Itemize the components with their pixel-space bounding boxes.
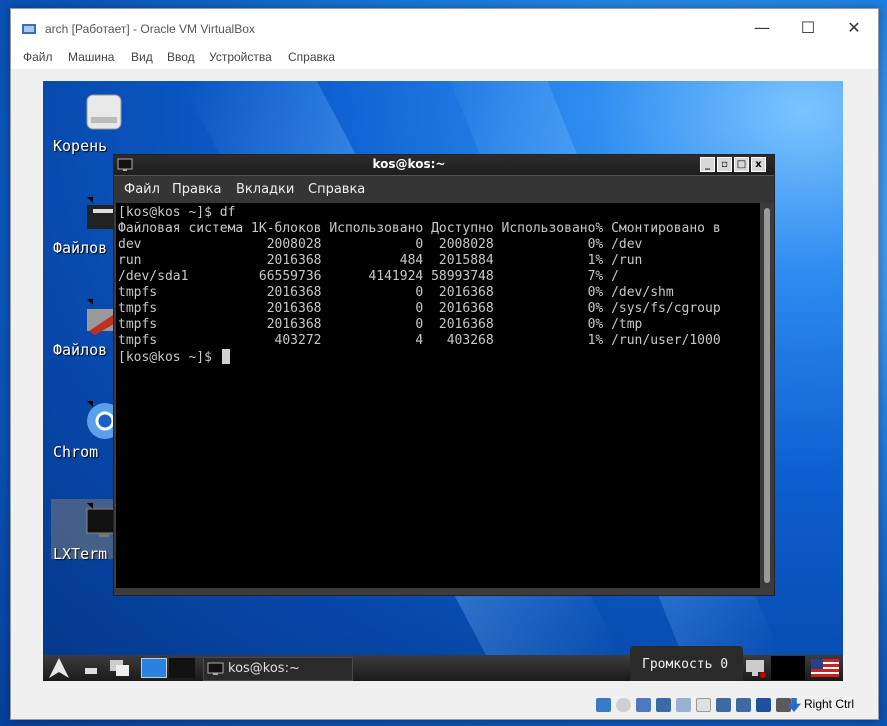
terminal-line: tmpfs 2016368 0 2016368 0% /sys/fs/cgrou… bbox=[118, 301, 721, 316]
network-icon[interactable] bbox=[743, 657, 767, 679]
minimize-button[interactable]: — bbox=[739, 9, 785, 47]
tray-area bbox=[771, 656, 805, 680]
desktop-icon-label: Корень bbox=[53, 137, 108, 155]
menu-devices[interactable]: Устройства bbox=[209, 50, 272, 64]
shared-folders-icon[interactable] bbox=[696, 698, 711, 712]
terminal-menu-help[interactable]: Справка bbox=[308, 182, 365, 197]
optical-drive-icon[interactable] bbox=[616, 698, 631, 712]
terminal-output[interactable]: [kos@kos ~]$ df Файловая система 1K-блок… bbox=[116, 203, 760, 588]
terminal-menubar: Файл Правка Вкладки Справка bbox=[114, 176, 774, 203]
taskbar-item-label: kos@kos:~ bbox=[228, 661, 300, 676]
workspace-2[interactable] bbox=[169, 658, 195, 678]
menu-machine[interactable]: Машина bbox=[68, 50, 114, 64]
terminal-window: kos@kos:~ _ ▫ □ x Файл Правка Вкладки Сп… bbox=[113, 154, 775, 596]
drive-icon bbox=[86, 94, 122, 130]
terminal-line: Файловая система 1K-блоков Использовано … bbox=[118, 221, 721, 236]
desktop-icon-label: Файлов bbox=[53, 341, 108, 359]
virtualbox-icon bbox=[22, 24, 36, 34]
window-title: arch [Работает] - Oracle VM VirtualBox bbox=[45, 22, 255, 36]
terminal-scrollbar[interactable] bbox=[762, 203, 772, 588]
terminal-maximize-button[interactable]: □ bbox=[734, 157, 749, 172]
terminal-menu-file[interactable]: Файл bbox=[124, 182, 160, 197]
terminal-line: dev 2008028 0 2008028 0% /dev bbox=[118, 237, 643, 252]
terminal-line: /dev/sda1 66559736 4141924 58993748 7% / bbox=[118, 269, 619, 284]
host-key-label: Right Ctrl bbox=[804, 697, 855, 711]
terminal-minimize-button[interactable]: _ bbox=[700, 157, 715, 172]
recording-icon[interactable] bbox=[736, 698, 751, 712]
hard-disk-icon[interactable] bbox=[596, 698, 611, 712]
terminal-line: run 2016368 484 2015884 1% /run bbox=[118, 253, 643, 268]
audio-icon[interactable] bbox=[636, 698, 651, 712]
terminal-menu-tabs[interactable]: Вкладки bbox=[236, 182, 294, 197]
display-icon[interactable] bbox=[716, 698, 731, 712]
taskbar-item-terminal[interactable]: kos@kos:~ bbox=[203, 657, 353, 681]
terminal-line: tmpfs 403272 4 403268 1% /run/user/1000 bbox=[118, 333, 721, 348]
close-button[interactable]: ✕ bbox=[831, 9, 877, 47]
maximize-button[interactable]: ☐ bbox=[785, 9, 831, 47]
menu-input[interactable]: Ввод bbox=[167, 50, 195, 64]
desktop-icon-label: LXTerm bbox=[53, 545, 108, 563]
terminal-line: tmpfs 2016368 0 2016368 0% /dev/shm bbox=[118, 285, 674, 300]
menu-file[interactable]: Файл bbox=[23, 50, 53, 64]
terminal-titlebar[interactable]: kos@kos:~ _ ▫ □ x bbox=[114, 155, 774, 176]
network-adapter-icon[interactable] bbox=[656, 698, 671, 712]
desktop-icon-label: Файлов bbox=[53, 239, 108, 257]
terminal-icon bbox=[207, 662, 224, 675]
keyboard-layout-flag-icon[interactable] bbox=[811, 659, 839, 677]
desktop-icon-root[interactable]: Корень bbox=[51, 91, 123, 155]
terminal-line: [kos@kos ~]$ df bbox=[118, 205, 236, 220]
workspace-1[interactable] bbox=[141, 658, 167, 678]
window-list-icon[interactable] bbox=[109, 658, 131, 678]
menu-view[interactable]: Вид bbox=[131, 50, 153, 64]
usb-icon[interactable] bbox=[676, 698, 691, 712]
show-desktop-icon[interactable] bbox=[83, 660, 99, 676]
menu-help[interactable]: Справка bbox=[288, 50, 335, 64]
terminal-prompt: [kos@kos ~]$ bbox=[118, 350, 220, 365]
terminal-close-button[interactable]: x bbox=[751, 157, 766, 172]
arch-menu-icon[interactable] bbox=[47, 657, 71, 679]
scrollbar-thumb[interactable] bbox=[764, 208, 770, 583]
vbox-statusbar: Right Ctrl bbox=[11, 692, 878, 719]
terminal-menu-edit[interactable]: Правка bbox=[172, 182, 221, 197]
terminal-line: tmpfs 2016368 0 2016368 0% /tmp bbox=[118, 317, 643, 332]
terminal-restore-button[interactable]: ▫ bbox=[717, 157, 732, 172]
terminal-text: [kos@kos ~]$ df Файловая система 1K-блок… bbox=[118, 205, 721, 366]
desktop-icon-label: Chrom bbox=[53, 443, 99, 461]
window-titlebar: arch [Работает] - Oracle VM VirtualBox —… bbox=[11, 9, 878, 47]
vm-display[interactable]: Корень Файлов Файлов Chrom LXTerm kos@ko… bbox=[43, 81, 843, 681]
text-cursor bbox=[221, 349, 230, 364]
menubar: Файл Машина Вид Ввод Устройства Справка bbox=[11, 47, 878, 69]
volume-tooltip: Громкость 0 bbox=[630, 646, 743, 681]
volume-tooltip-text: Громкость 0 bbox=[642, 657, 729, 672]
virtualization-icon[interactable] bbox=[756, 698, 771, 712]
virtualbox-window: arch [Работает] - Oracle VM VirtualBox —… bbox=[10, 8, 879, 720]
terminal-title: kos@kos:~ bbox=[372, 157, 446, 171]
